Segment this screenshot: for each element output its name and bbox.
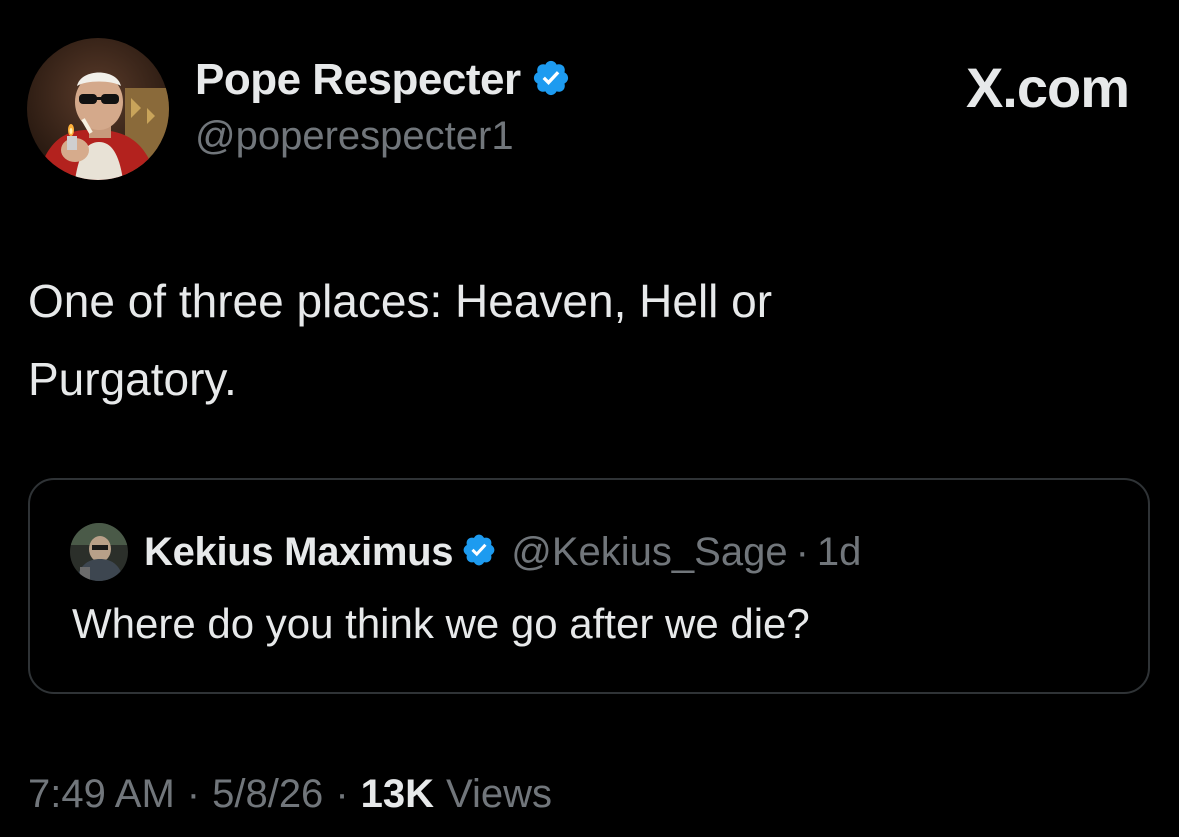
quoted-author-avatar[interactable] bbox=[70, 523, 128, 581]
author-avatar[interactable] bbox=[27, 38, 169, 180]
author-name-row: Pope Respecter bbox=[195, 52, 571, 108]
quoted-author-handle[interactable]: @Kekius_Sage bbox=[511, 530, 787, 575]
avatar-photo-icon bbox=[27, 38, 169, 180]
meta-separator: · bbox=[335, 772, 349, 816]
quoted-avatar-photo-icon bbox=[70, 523, 128, 581]
verified-badge-icon bbox=[531, 58, 571, 103]
quoted-tweet-card[interactable]: Kekius Maximus @Kekius_Sage · 1d Where d… bbox=[28, 478, 1150, 694]
quoted-verified-badge-icon bbox=[461, 532, 497, 573]
brand-logo: X.com bbox=[965, 56, 1130, 119]
tweet-time[interactable]: 7:49 AM bbox=[28, 772, 175, 817]
meta-separator: · bbox=[186, 772, 201, 816]
quoted-author-display-name[interactable]: Kekius Maximus bbox=[144, 530, 454, 575]
tweet-text-line-2: Purgatory. bbox=[28, 353, 237, 405]
tweet-meta: 7:49 AM · 5/8/26 · 13K Views bbox=[28, 772, 552, 817]
tweet-text-line-1: One of three places: Heaven, Hell or bbox=[28, 275, 773, 327]
author-display-name[interactable]: Pope Respecter bbox=[195, 55, 521, 105]
views-label: Views bbox=[446, 772, 553, 816]
quoted-tweet-header: Kekius Maximus @Kekius_Sage · 1d bbox=[70, 522, 861, 582]
views-count[interactable]: 13K bbox=[361, 772, 434, 817]
quoted-tweet-text: Where do you think we go after we die? bbox=[72, 600, 810, 647]
quoted-separator: · bbox=[795, 529, 809, 574]
tweet-text: One of three places: Heaven, Hell or Pur… bbox=[28, 262, 1148, 418]
quoted-timestamp[interactable]: 1d bbox=[817, 530, 862, 575]
author-handle[interactable]: @poperespecter1 bbox=[195, 114, 514, 159]
tweet-date[interactable]: 5/8/26 bbox=[212, 772, 323, 817]
